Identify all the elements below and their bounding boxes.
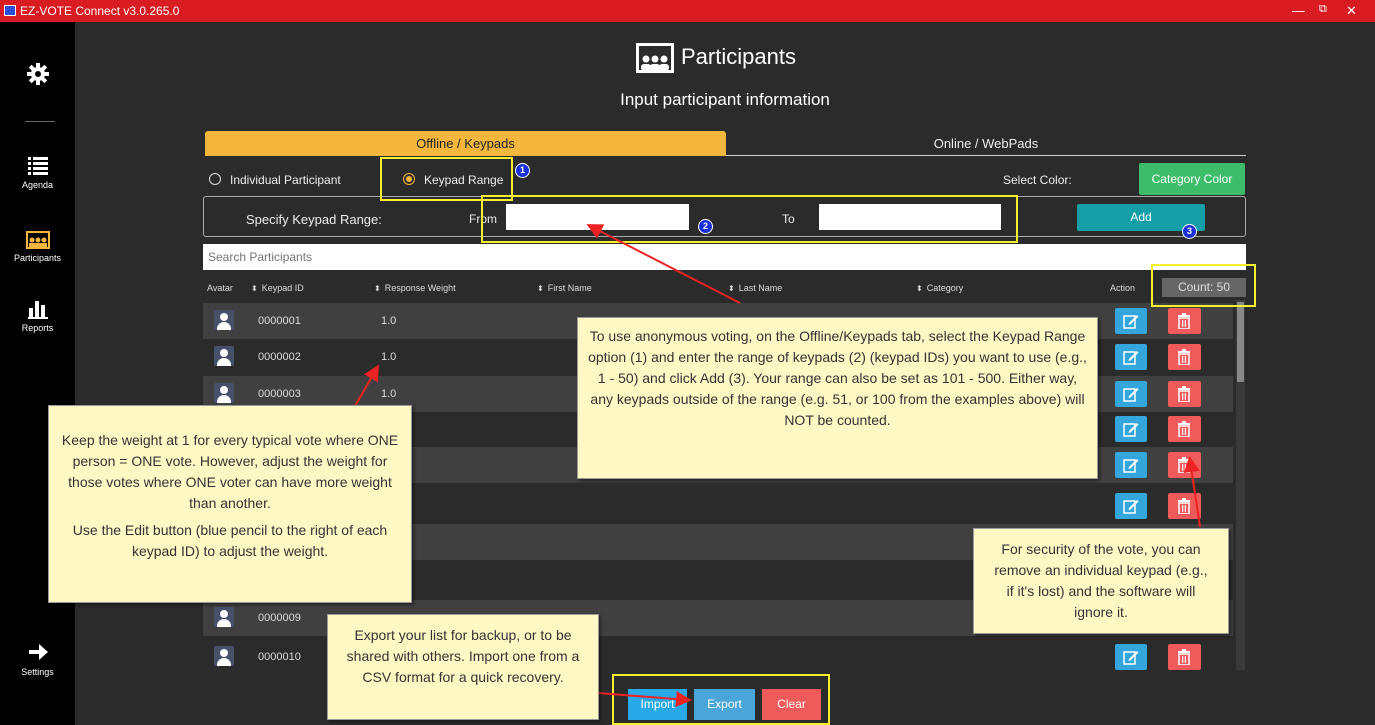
callout-anonymous-voting: To use anonymous voting, on the Offline/… (577, 317, 1098, 479)
callout-weight: Keep the weight at 1 for every typical v… (48, 405, 412, 603)
callout-weight-text: Keep the weight at 1 for every typical v… (61, 432, 399, 511)
callout-export: Export your list for backup, or to be sh… (327, 614, 599, 720)
callout-weight-edit-text: Use the Edit button (blue pencil to the … (72, 522, 388, 559)
callout-security: For security of the vote, you can remove… (973, 528, 1229, 634)
